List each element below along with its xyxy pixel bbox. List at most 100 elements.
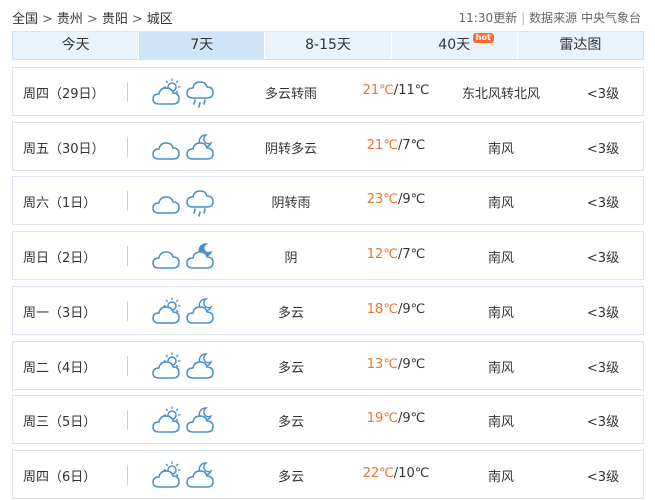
wind-direction: 东北风转北风 [461, 87, 540, 102]
wind-direction: 南风 [487, 196, 514, 212]
breadcrumb: 全国 > 贵州 > 贵阳 > 城区 [12, 8, 173, 27]
breadcrumb-separator: > [131, 12, 143, 27]
temp-low: 9℃ [402, 192, 426, 208]
weather-description: 多云 [277, 360, 304, 376]
forecast-row[interactable]: 周日（2日） 阴 12℃/7℃ 南风 <3级 [12, 231, 644, 281]
cloudy-icon [152, 141, 180, 160]
wind-level: <3级 [586, 360, 620, 376]
tab-8-15-days[interactable]: 8-15天 [265, 32, 392, 59]
temperature: 23℃/9℃ [351, 192, 441, 207]
weather-icons [152, 352, 218, 382]
temperature: 21℃/7℃ [351, 138, 441, 153]
temp-low: 7℃ [402, 247, 426, 263]
tab-7-days[interactable]: 7天 [139, 32, 266, 59]
temp-low: 7℃ [402, 137, 426, 153]
temperature: 12℃/7℃ [351, 247, 441, 262]
breadcrumb-separator: > [42, 12, 53, 27]
temperature: 13℃/9℃ [351, 357, 441, 372]
wind-direction: 南风 [487, 415, 514, 431]
weather-description: 多云转雨 [264, 87, 317, 102]
hot-badge: hot [472, 33, 494, 43]
weather-icons [152, 78, 218, 108]
wind-direction: 南风 [487, 360, 514, 376]
breadcrumb-item-district: 城区 [146, 12, 173, 27]
breadcrumb-item-province[interactable]: 贵州 [57, 12, 83, 27]
row-divider [127, 191, 128, 212]
temp-high: 19℃ [366, 411, 398, 427]
tab-40-days-label: 40天 [438, 37, 471, 53]
meta-divider: | [521, 11, 526, 25]
forecast-row[interactable]: 周五（30日） 阴转多云 21℃/7℃ 南风 <3级 [12, 121, 644, 171]
weather-description: 多云 [277, 415, 304, 431]
forecast-row[interactable]: 周三（5日） 多云 19℃/9℃ 南风 <3级 [12, 395, 644, 445]
temp-high: 13℃ [366, 356, 398, 372]
partly-cloudy-night-icon [186, 298, 214, 324]
temperature: 21℃/11℃ [351, 83, 441, 98]
wind-level: <3级 [586, 251, 620, 267]
forecast-date: 周五（30日） [23, 141, 105, 157]
temp-high: 18℃ [366, 301, 398, 317]
temp-high: 12℃ [366, 247, 398, 263]
wind-level: <3级 [586, 141, 620, 157]
weather-icons [152, 297, 218, 327]
wind-level: <3级 [586, 196, 620, 212]
forecast-date: 周一（3日） [23, 305, 97, 321]
row-divider [127, 410, 128, 431]
partly-cloudy-day-icon [152, 461, 181, 488]
update-info: 11:30更新 | 数据来源 中央气象台 [459, 9, 641, 26]
forecast-tabs: 今天 7天 8-15天 40天 hot 雷达图 [12, 31, 644, 60]
partly-cloudy-day-icon [152, 406, 181, 433]
weather-icons [152, 406, 218, 436]
wind-level: <3级 [586, 415, 620, 431]
weather-description: 多云 [277, 469, 304, 485]
tab-radar[interactable]: 雷达图 [517, 32, 644, 59]
temp-high: 22℃ [362, 465, 394, 481]
temp-low: 9℃ [402, 301, 426, 317]
forecast-row[interactable]: 周六（1日） 阴转雨 23℃/9℃ 南风 <3级 [12, 176, 644, 226]
temperature: 19℃/9℃ [351, 411, 441, 426]
weather-icons [152, 461, 218, 491]
forecast-date: 周二（4日） [23, 360, 97, 376]
temp-low: 10℃ [398, 465, 430, 481]
partly-cloudy-day-icon [152, 78, 181, 105]
wind-level: <3级 [586, 469, 620, 485]
wind-direction: 南风 [487, 251, 514, 267]
temp-low: 9℃ [402, 356, 426, 372]
wind-direction: 南风 [487, 469, 514, 485]
forecast-date: 周四（29日） [23, 87, 105, 102]
partly-cloudy-night-icon [186, 462, 214, 488]
breadcrumb-item-city[interactable]: 贵阳 [102, 12, 128, 27]
partly-cloudy-night-icon [186, 133, 214, 160]
row-divider [127, 464, 128, 485]
wind-level: <3级 [586, 305, 620, 321]
tab-today[interactable]: 今天 [13, 32, 140, 59]
partly-cloudy-day-icon [152, 352, 181, 379]
weather-description: 阴 [284, 251, 298, 267]
forecast-date: 周日（2日） [23, 251, 97, 267]
forecast-row[interactable]: 周一（3日） 多云 18℃/9℃ 南风 <3级 [12, 285, 644, 335]
tab-40-days[interactable]: 40天 hot [391, 32, 518, 59]
temp-high: 21℃ [362, 83, 394, 98]
weather-description: 阴转雨 [271, 196, 311, 212]
row-divider [127, 82, 128, 102]
temp-low: 11℃ [398, 83, 430, 98]
cloudy-night-icon [186, 243, 214, 269]
forecast-date: 周三（5日） [23, 415, 97, 431]
forecast-row[interactable]: 周四（6日） 多云 22℃/10℃ 南风 <3级 [12, 449, 644, 499]
forecast-row[interactable]: 周二（4日） 多云 13℃/9℃ 南风 <3级 [12, 340, 644, 390]
temperature: 18℃/9℃ [351, 302, 441, 317]
breadcrumb-item-country[interactable]: 全国 [12, 12, 38, 27]
wind-direction: 南风 [487, 141, 514, 157]
partly-cloudy-night-icon [186, 407, 214, 433]
weather-description: 阴转多云 [264, 141, 317, 157]
row-divider [127, 136, 128, 157]
weather-description: 多云 [277, 305, 304, 321]
forecast-row[interactable]: 周四（29日） 多云转雨 21℃/11℃ 东北风转北风 <3级 [12, 67, 644, 116]
row-divider [127, 355, 128, 376]
rain-icon [186, 190, 214, 218]
temp-low: 9℃ [402, 411, 426, 427]
temp-high: 21℃ [366, 137, 398, 153]
temp-high: 23℃ [366, 192, 398, 208]
weather-icons [152, 187, 218, 218]
weather-icons [152, 133, 218, 163]
